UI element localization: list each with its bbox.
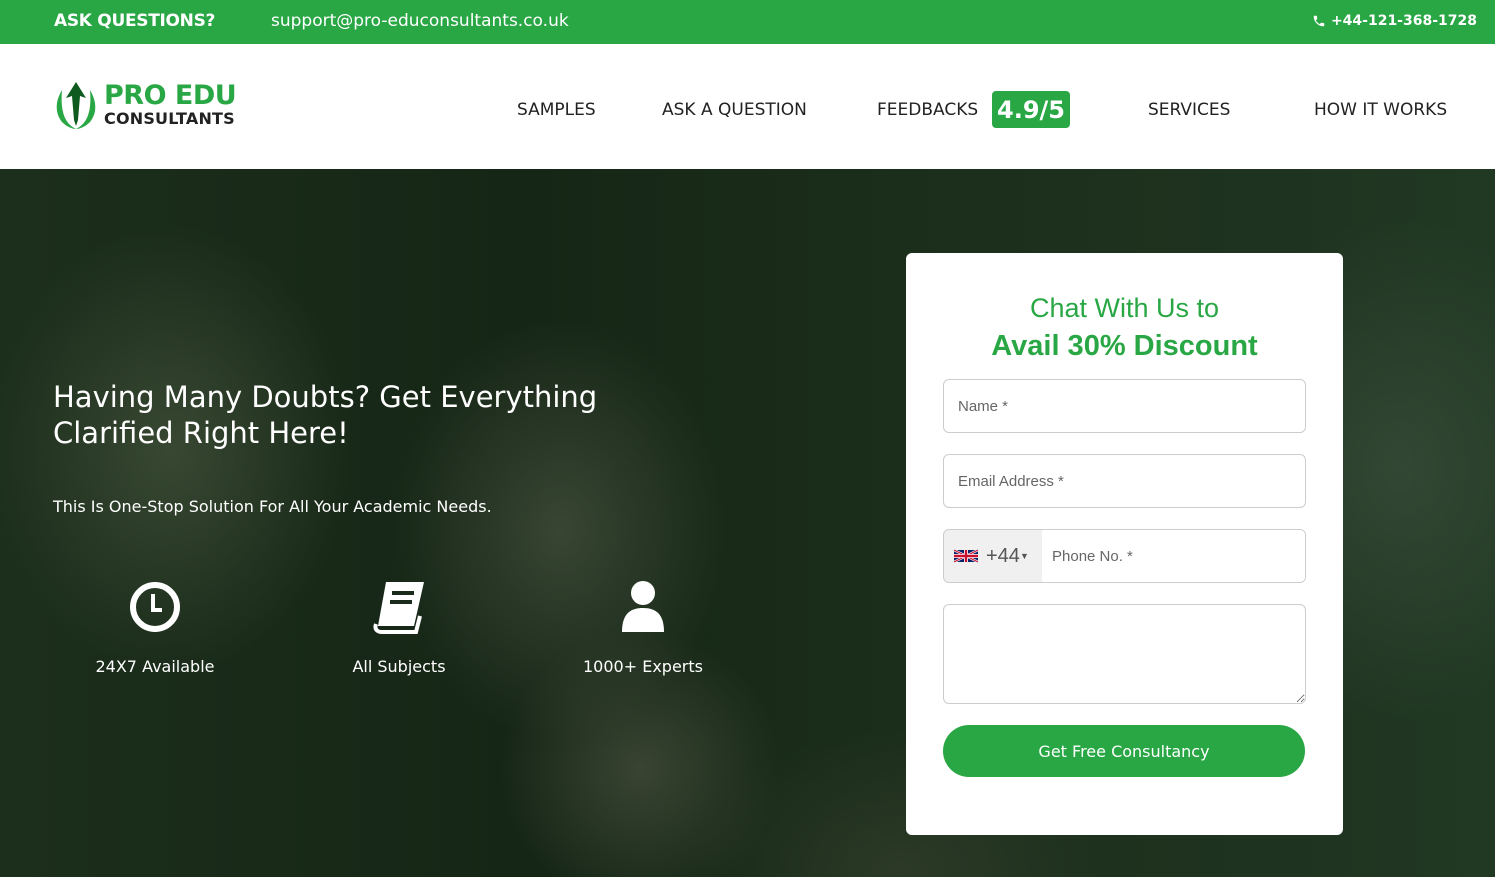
user-icon — [622, 581, 664, 632]
feature-experts: 1000+ Experts — [543, 579, 743, 676]
get-free-consultancy-button[interactable]: Get Free Consultancy — [943, 725, 1305, 777]
phone-icon — [1313, 15, 1325, 27]
feature-label: All Subjects — [352, 657, 446, 676]
nav-how-it-works[interactable]: HOW IT WORKS — [1314, 100, 1447, 120]
hero-title: Having Many Doubts? Get Everything Clari… — [53, 380, 598, 450]
country-code: +44 — [986, 544, 1020, 567]
logo[interactable]: PRO EDU CONSULTANTS — [54, 80, 237, 130]
uk-flag-icon — [954, 549, 978, 563]
consultation-form: Chat With Us to Avail 30% Discount +44 ▼… — [906, 253, 1343, 835]
phone-field: +44 ▼ — [943, 529, 1306, 583]
chevron-down-icon: ▼ — [1019, 551, 1029, 561]
nav-services[interactable]: SERVICES — [1148, 100, 1230, 120]
feature-24x7: 24X7 Available — [55, 579, 255, 676]
ask-questions-label: ASK QUESTIONS? — [54, 11, 216, 31]
phone-input[interactable] — [1042, 530, 1305, 582]
email-input[interactable] — [943, 454, 1306, 508]
phone-number: +44-121-368-1728 — [1330, 13, 1477, 29]
logo-icon — [56, 82, 96, 129]
form-title-line2: Avail 30% Discount — [991, 330, 1258, 362]
nav-samples[interactable]: SAMPLES — [517, 100, 596, 120]
message-textarea[interactable] — [943, 604, 1306, 704]
logo-line2: CONSULTANTS — [104, 109, 235, 128]
rating-badge[interactable]: 4.9/5 — [992, 91, 1070, 128]
feature-subjects: All Subjects — [299, 579, 499, 676]
clock-icon — [130, 582, 180, 632]
book-icon — [373, 582, 424, 634]
nav-feedbacks[interactable]: FEEDBACKS — [877, 100, 978, 120]
hero-subtitle: This Is One-Stop Solution For All Your A… — [53, 497, 492, 516]
phone-link[interactable]: +44-121-368-1728 — [1312, 13, 1477, 29]
nav-ask-a-question[interactable]: ASK A QUESTION — [662, 100, 807, 120]
support-email-link[interactable]: support@pro-educonsultants.co.uk — [271, 11, 569, 31]
feature-label: 24X7 Available — [95, 657, 215, 676]
feature-label: 1000+ Experts — [583, 657, 703, 676]
hero-section: Having Many Doubts? Get Everything Clari… — [0, 169, 1495, 877]
form-title-line1: Chat With Us to — [1029, 293, 1220, 323]
country-code-select[interactable]: +44 ▼ — [944, 530, 1042, 582]
logo-line1: PRO EDU — [104, 80, 237, 111]
name-input[interactable] — [943, 379, 1306, 433]
header: PRO EDU CONSULTANTS SAMPLES ASK A QUESTI… — [0, 44, 1495, 169]
top-bar: ASK QUESTIONS? support@pro-educonsultant… — [0, 0, 1495, 44]
